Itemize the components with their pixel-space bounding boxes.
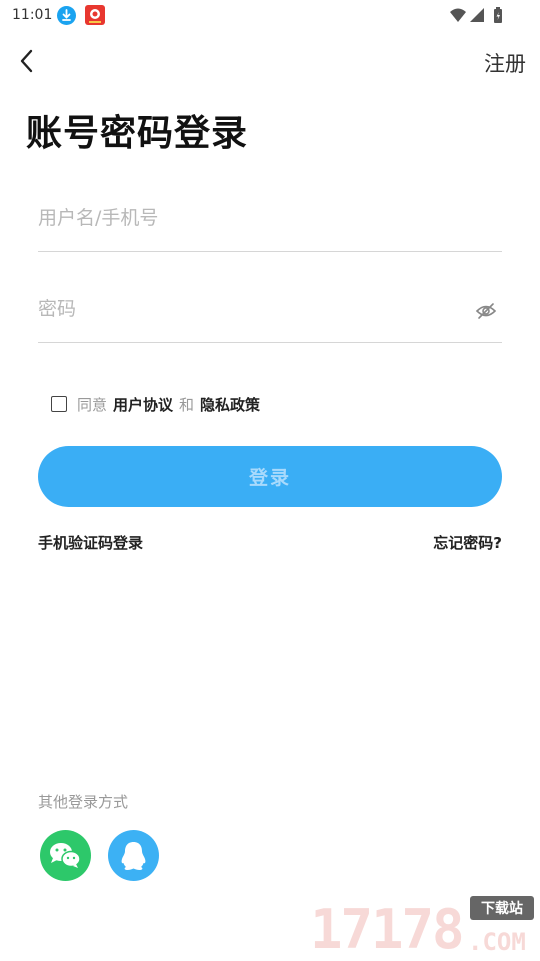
app-notification-icon xyxy=(85,5,105,25)
forgot-password-link[interactable]: 忘记密码? xyxy=(433,532,502,553)
eye-off-icon xyxy=(475,303,497,319)
wechat-icon xyxy=(50,843,81,868)
password-field-container xyxy=(38,289,502,343)
qq-icon xyxy=(121,842,146,870)
agreement-checkbox[interactable] xyxy=(51,396,67,412)
password-visibility-toggle[interactable] xyxy=(474,299,498,323)
agreement-row: 同意 用户协议 和 隐私政策 xyxy=(51,393,266,415)
username-field-container xyxy=(38,198,502,252)
wechat-login-button[interactable] xyxy=(40,830,91,881)
back-button[interactable] xyxy=(14,46,44,76)
user-agreement-link[interactable]: 用户协议 xyxy=(113,394,173,415)
page-title: 账号密码登录 xyxy=(26,113,249,154)
watermark-digits: 17178 xyxy=(310,898,465,961)
password-input[interactable] xyxy=(38,289,438,329)
agreement-prefix: 同意 xyxy=(77,395,108,414)
chevron-left-icon xyxy=(20,49,33,73)
register-link[interactable]: 注册 xyxy=(484,48,526,78)
status-time: 11:01 xyxy=(12,7,53,23)
username-input[interactable] xyxy=(38,198,438,238)
download-icon xyxy=(57,6,76,25)
sms-login-link[interactable]: 手机验证码登录 xyxy=(38,532,143,553)
watermark-domain: .COM xyxy=(468,928,526,956)
login-button[interactable]: 登录 xyxy=(38,446,502,507)
login-button-label: 登录 xyxy=(248,467,291,489)
watermark-badge: 下载站 xyxy=(470,896,534,920)
other-login-title: 其他登录方式 xyxy=(38,793,129,811)
wifi-icon xyxy=(450,8,466,22)
privacy-policy-link[interactable]: 隐私政策 xyxy=(200,394,260,415)
agreement-and: 和 xyxy=(179,395,195,414)
battery-icon xyxy=(494,7,502,23)
watermark: 17178 .COM 下载站 xyxy=(310,896,538,961)
qq-login-button[interactable] xyxy=(108,830,159,881)
status-indicators xyxy=(448,6,508,30)
signal-icon xyxy=(470,8,484,22)
status-bar: 11:01 xyxy=(0,0,540,32)
